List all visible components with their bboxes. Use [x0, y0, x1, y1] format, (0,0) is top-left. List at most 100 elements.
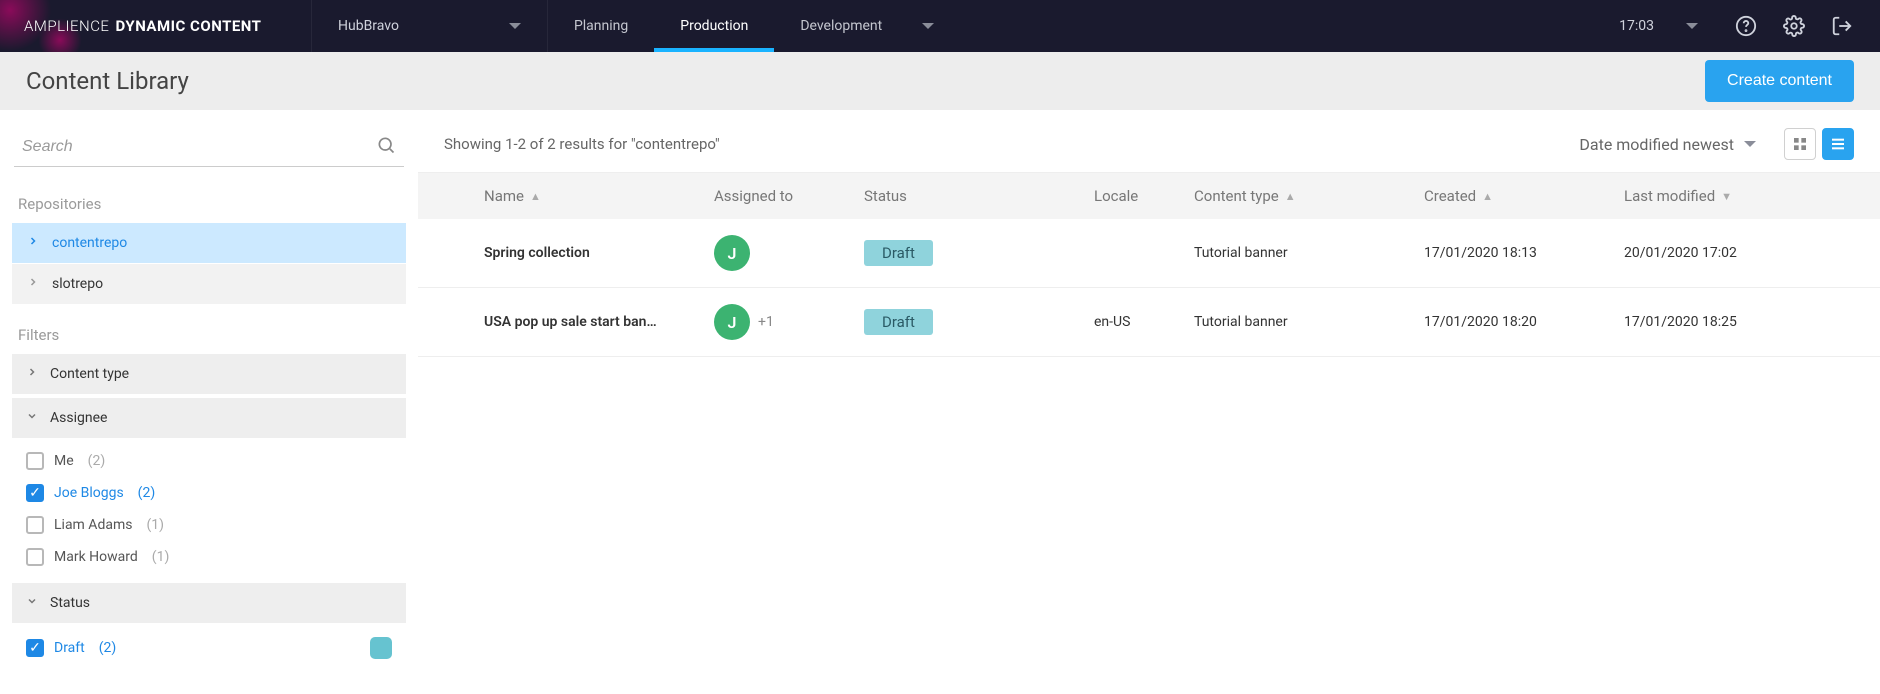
chevron-right-icon — [26, 366, 38, 382]
filters-header: Filters — [12, 318, 406, 354]
col-name[interactable]: Name▲ — [484, 187, 714, 205]
table-header: Name▲ Assigned to Status Locale Content … — [418, 172, 1880, 219]
time-dropdown[interactable]: 17:03 — [1599, 18, 1718, 34]
avatar: J — [714, 235, 750, 271]
option-label: Mark Howard — [54, 549, 138, 565]
sidebar-item-contentrepo[interactable]: contentrepo — [12, 223, 406, 263]
chevron-down-icon — [922, 23, 934, 29]
brand-logo: AMPLIENCE DYNAMIC CONTENT — [0, 0, 312, 52]
checkbox-checked-icon: ✓ — [26, 484, 44, 502]
sort-dropdown[interactable]: Date modified newest — [1579, 135, 1756, 154]
tab-planning[interactable]: Planning — [548, 0, 654, 52]
col-modified[interactable]: Last modified▼ — [1624, 187, 1854, 205]
cell-status: Draft — [864, 240, 1094, 266]
cell-modified: 17/01/2020 18:25 — [1624, 314, 1854, 330]
hub-dropdown[interactable]: HubBravo — [312, 0, 548, 52]
col-assigned[interactable]: Assigned to — [714, 187, 864, 205]
chevron-down-icon — [1686, 23, 1698, 29]
results-summary: Showing 1-2 of 2 results for "contentrep… — [444, 135, 720, 153]
col-status[interactable]: Status — [864, 187, 1094, 205]
status-color-swatch — [370, 637, 392, 659]
option-label: Joe Bloggs — [54, 485, 124, 501]
cell-ctype: Tutorial banner — [1194, 314, 1424, 330]
cell-status: Draft — [864, 309, 1094, 335]
brand-thin: AMPLIENCE — [24, 17, 109, 35]
filter-label: Assignee — [50, 410, 107, 426]
gear-icon[interactable] — [1774, 6, 1814, 46]
table-row[interactable]: Spring collection J Draft Tutorial banne… — [418, 219, 1880, 288]
option-label: Draft — [54, 640, 85, 656]
checkbox-icon — [26, 516, 44, 534]
content-table: Name▲ Assigned to Status Locale Content … — [418, 172, 1880, 357]
help-icon[interactable] — [1726, 6, 1766, 46]
cell-assigned: J +1 — [714, 304, 864, 340]
content-toolbar: Showing 1-2 of 2 results for "contentrep… — [418, 110, 1880, 172]
sort-desc-icon: ▼ — [1721, 190, 1732, 203]
option-count: (1) — [152, 549, 170, 565]
sort-asc-icon: ▲ — [1285, 190, 1296, 203]
brand-bold: DYNAMIC CONTENT — [115, 17, 261, 35]
main: Repositories contentrepo slotrepo Filter… — [0, 110, 1880, 694]
option-count: (1) — [146, 517, 164, 533]
chevron-down-icon — [1744, 141, 1756, 147]
tab-production[interactable]: Production — [654, 0, 774, 52]
col-locale[interactable]: Locale — [1094, 187, 1194, 205]
cell-modified: 20/01/2020 17:02 — [1624, 245, 1854, 261]
filter-content-type[interactable]: Content type — [12, 354, 406, 394]
checkbox-icon — [26, 548, 44, 566]
sort-asc-icon: ▲ — [530, 190, 541, 203]
cell-assigned: J — [714, 235, 864, 271]
content-area: Showing 1-2 of 2 results for "contentrep… — [418, 110, 1880, 694]
chevron-down-icon — [26, 410, 38, 426]
chevron-down-icon — [509, 23, 521, 29]
create-content-button[interactable]: Create content — [1705, 60, 1854, 102]
repo-label: slotrepo — [52, 276, 103, 292]
option-count: (2) — [99, 640, 117, 656]
assignee-options: Me (2) ✓ Joe Bloggs (2) Liam Adams (1) M… — [12, 439, 406, 583]
filter-assignee[interactable]: Assignee — [12, 398, 406, 438]
avatar: J — [714, 304, 750, 340]
page-title: Content Library — [26, 67, 189, 95]
topbar-right: 17:03 — [1599, 0, 1880, 52]
filter-status[interactable]: Status — [12, 583, 406, 623]
cell-name: Spring collection — [484, 245, 714, 261]
cell-name: USA pop up sale start ban… — [484, 314, 714, 330]
col-ctype[interactable]: Content type▲ — [1194, 187, 1424, 205]
repo-label: contentrepo — [52, 235, 127, 251]
option-count: (2) — [88, 453, 106, 469]
grid-view-button[interactable] — [1784, 128, 1816, 160]
hub-name: HubBravo — [338, 18, 399, 34]
filter-label: Status — [50, 595, 90, 611]
sidebar-item-slotrepo[interactable]: slotrepo — [12, 264, 406, 304]
cell-created: 17/01/2020 18:13 — [1424, 245, 1624, 261]
checkbox-checked-icon: ✓ — [26, 639, 44, 657]
search-icon[interactable] — [376, 135, 396, 159]
logout-icon[interactable] — [1822, 6, 1862, 46]
cell-locale: en-US — [1094, 314, 1194, 330]
assignee-option-liam-adams[interactable]: Liam Adams (1) — [12, 509, 406, 541]
filter-label: Content type — [50, 366, 129, 382]
topbar: AMPLIENCE DYNAMIC CONTENT HubBravo Plann… — [0, 0, 1880, 52]
chevron-right-icon — [26, 235, 40, 251]
status-badge: Draft — [864, 240, 933, 266]
assignee-option-me[interactable]: Me (2) — [12, 445, 406, 477]
tab-development[interactable]: Development — [774, 0, 960, 52]
assignee-option-joe-bloggs[interactable]: ✓ Joe Bloggs (2) — [12, 477, 406, 509]
status-badge: Draft — [864, 309, 933, 335]
sort-label: Date modified newest — [1579, 135, 1734, 154]
view-toggle — [1784, 128, 1854, 160]
status-options: ✓ Draft (2) — [12, 624, 406, 676]
subheader: Content Library Create content — [0, 52, 1880, 110]
search-input[interactable] — [14, 128, 404, 166]
cell-created: 17/01/2020 18:20 — [1424, 314, 1624, 330]
list-view-button[interactable] — [1822, 128, 1854, 160]
table-row[interactable]: USA pop up sale start ban… J +1 Draft en… — [418, 288, 1880, 357]
chevron-right-icon — [26, 276, 40, 292]
col-created[interactable]: Created▲ — [1424, 187, 1624, 205]
cell-ctype: Tutorial banner — [1194, 245, 1424, 261]
assignee-option-mark-howard[interactable]: Mark Howard (1) — [12, 541, 406, 573]
checkbox-icon — [26, 452, 44, 470]
status-option-draft[interactable]: ✓ Draft (2) — [12, 630, 406, 666]
option-count: (2) — [138, 485, 156, 501]
option-label: Liam Adams — [54, 517, 132, 533]
